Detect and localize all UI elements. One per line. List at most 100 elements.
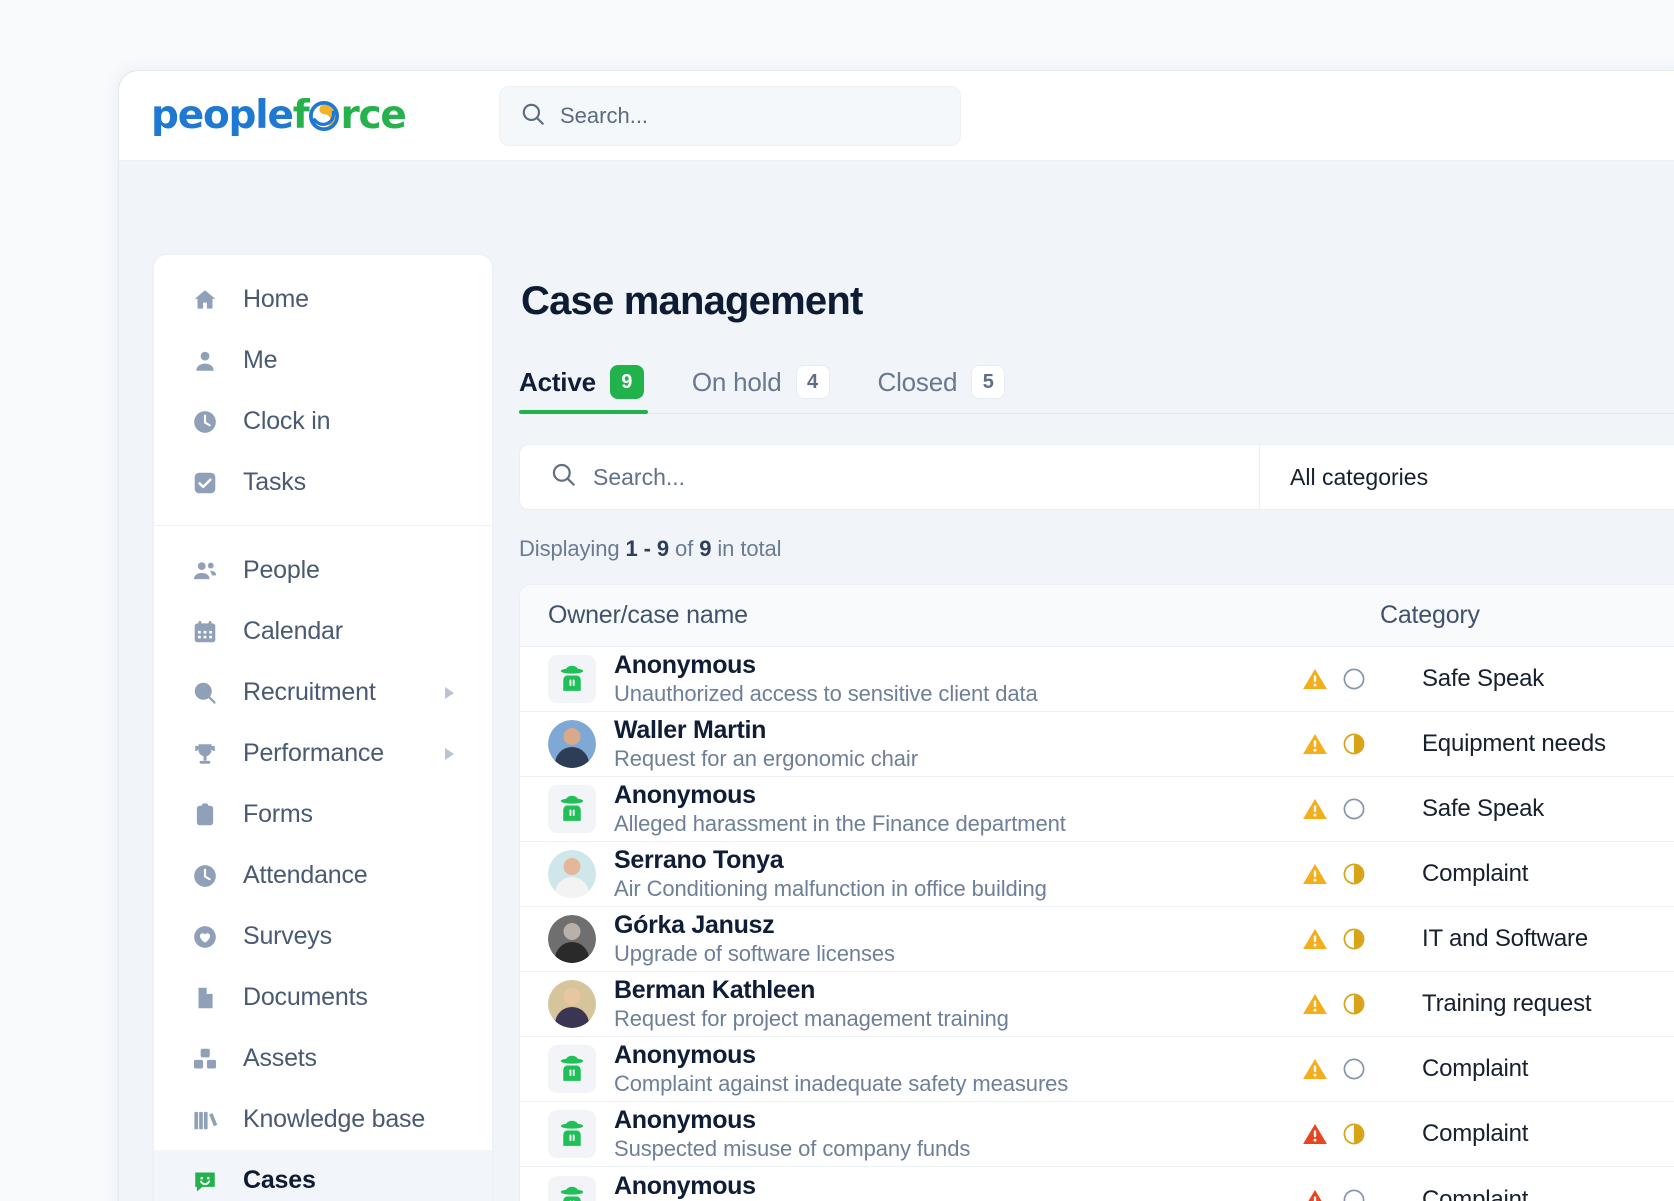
document-icon — [192, 985, 218, 1011]
priority-warning-icon[interactable] — [1302, 1121, 1328, 1147]
books-icon — [192, 1107, 218, 1133]
case-name: Upgrade of software licenses — [614, 941, 895, 967]
sidebar-item-calendar[interactable]: Calendar — [154, 601, 492, 662]
sidebar-item-people[interactable]: People — [154, 540, 492, 601]
tab-label: On hold — [691, 366, 782, 397]
owner-name: Górka Janusz — [614, 911, 775, 940]
displaying-summary: Displaying 1 - 9 of 9 in total — [519, 536, 1674, 562]
displaying-range: 1 - 9 — [625, 536, 670, 561]
progress-circle-icon[interactable] — [1342, 927, 1366, 951]
sidebar-item-recruitment[interactable]: Recruitment — [154, 662, 492, 723]
displaying-suffix: in total — [711, 536, 782, 561]
search-icon — [192, 680, 218, 706]
progress-circle-icon[interactable] — [1342, 797, 1366, 821]
peopleforce-logo[interactable]: peoplef rce — [151, 93, 407, 139]
tab-on-hold[interactable]: On hold 4 — [692, 365, 856, 413]
progress-circle-icon[interactable] — [1342, 1188, 1366, 1201]
table-row[interactable]: Górka Janusz Upgrade of software licenses… — [520, 907, 1674, 972]
displaying-total: 9 — [699, 536, 712, 561]
page-title: Case management — [521, 279, 863, 323]
table-row[interactable]: Berman Kathleen Request for project manag… — [520, 972, 1674, 1037]
owner-name: Anonymous — [614, 1041, 756, 1070]
case-name: Request for project management training — [614, 1006, 1009, 1032]
chat-smile-icon — [192, 1168, 218, 1194]
cell-category: Safe Speak — [1422, 795, 1545, 822]
tab-closed[interactable]: Closed 5 — [878, 365, 1032, 413]
table-row[interactable]: AnonymousConfidential: data breach c... C… — [520, 1167, 1674, 1201]
owner-case-text: Górka Janusz Upgrade of software licenses — [614, 912, 895, 966]
sidebar-item-surveys[interactable]: Surveys — [154, 906, 492, 967]
table-row[interactable]: Waller Martin Request for an ergonomic ch… — [520, 712, 1674, 777]
table-body: Anonymous Unauthorized access to sensitiv… — [520, 647, 1674, 1201]
trophy-icon — [192, 741, 218, 767]
cell-status — [1280, 1187, 1380, 1201]
global-search-input[interactable]: Search... — [499, 86, 961, 146]
sidebar-label: People — [243, 556, 320, 584]
owner-name: Anonymous — [614, 1171, 756, 1200]
cell-owner: Berman Kathleen Request for project manag… — [520, 977, 1280, 1031]
category-select[interactable]: All categories — [1260, 445, 1674, 509]
progress-circle-icon[interactable] — [1342, 732, 1366, 756]
case-name: Air Conditioning malfunction in office b… — [614, 876, 1047, 902]
progress-circle-icon[interactable] — [1342, 862, 1366, 886]
table-row[interactable]: Anonymous Suspected misuse of company fun… — [520, 1102, 1674, 1167]
clock-icon — [192, 863, 218, 889]
table-row[interactable]: Serrano Tonya Air Conditioning malfunctio… — [520, 842, 1674, 907]
cell-status — [1280, 861, 1380, 887]
priority-warning-icon[interactable] — [1302, 861, 1328, 887]
owner-case-text: Waller Martin Request for an ergonomic ch… — [614, 717, 918, 771]
progress-circle-icon[interactable] — [1342, 1122, 1366, 1146]
progress-circle-icon[interactable] — [1342, 992, 1366, 1016]
sidebar-item-home[interactable]: Home — [154, 269, 492, 330]
heart-circle-icon — [192, 924, 218, 950]
priority-warning-icon[interactable] — [1302, 731, 1328, 757]
sidebar-item-performance[interactable]: Performance — [154, 723, 492, 784]
column-header-owner[interactable]: Owner/case name — [520, 601, 1280, 630]
search-icon — [520, 101, 546, 132]
avatar — [548, 915, 596, 963]
priority-warning-icon[interactable] — [1302, 666, 1328, 692]
case-name: Unauthorized access to sensitive client … — [614, 681, 1038, 707]
displaying-middle: of — [669, 536, 700, 561]
owner-name: Anonymous — [614, 781, 756, 810]
table-row[interactable]: Anonymous Unauthorized access to sensitiv… — [520, 647, 1674, 712]
owner-name: Berman Kathleen — [614, 976, 816, 1005]
sidebar-item-clock-in[interactable]: Clock in — [154, 391, 492, 452]
tab-active[interactable]: Active 9 — [519, 365, 670, 414]
priority-warning-icon[interactable] — [1302, 926, 1328, 952]
priority-warning-icon[interactable] — [1302, 991, 1328, 1017]
sidebar-group-primary: Home Me Clock in Tasks — [154, 255, 492, 525]
global-search-placeholder: Search... — [560, 103, 649, 128]
search-icon — [550, 461, 577, 493]
home-icon — [192, 287, 218, 313]
owner-case-text: Anonymous Alleged harassment in the Finan… — [614, 782, 1066, 836]
case-search-input[interactable]: Search... — [520, 445, 1260, 509]
table-row[interactable]: Anonymous Complaint against inadequate sa… — [520, 1037, 1674, 1102]
sidebar-item-forms[interactable]: Forms — [154, 784, 492, 845]
sidebar-item-tasks[interactable]: Tasks — [154, 452, 492, 513]
cell-owner: Anonymous Alleged harassment in the Finan… — [520, 782, 1280, 836]
sidebar-label: Calendar — [243, 617, 343, 645]
sidebar-item-documents[interactable]: Documents — [154, 967, 492, 1028]
progress-circle-icon[interactable] — [1342, 1057, 1366, 1081]
sidebar-item-assets[interactable]: Assets — [154, 1028, 492, 1089]
cases-table: Owner/case name Category Anonymous Unauth… — [519, 584, 1674, 1201]
table-row[interactable]: Anonymous Alleged harassment in the Finan… — [520, 777, 1674, 842]
cell-owner: Anonymous Complaint against inadequate sa… — [520, 1042, 1280, 1096]
cell-category: Complaint — [1422, 860, 1529, 887]
priority-warning-icon[interactable] — [1302, 796, 1328, 822]
sidebar-item-cases[interactable]: Cases — [154, 1150, 492, 1201]
sidebar-label: Attendance — [243, 861, 368, 889]
sidebar-item-attendance[interactable]: Attendance — [154, 845, 492, 906]
sidebar-item-me[interactable]: Me — [154, 330, 492, 391]
column-header-category[interactable]: Category — [1380, 601, 1674, 630]
owner-case-text: Anonymous Unauthorized access to sensitiv… — [614, 652, 1038, 706]
priority-warning-icon[interactable] — [1302, 1187, 1328, 1201]
cell-category: Safe Speak — [1422, 665, 1545, 692]
tab-count-badge: 9 — [609, 365, 644, 399]
sidebar-item-knowledge-base[interactable]: Knowledge base — [154, 1089, 492, 1150]
progress-circle-icon[interactable] — [1342, 667, 1366, 691]
priority-warning-icon[interactable] — [1302, 1056, 1328, 1082]
owner-case-text: Anonymous Suspected misuse of company fun… — [614, 1107, 970, 1161]
cell-owner: Serrano Tonya Air Conditioning malfunctio… — [520, 847, 1280, 901]
